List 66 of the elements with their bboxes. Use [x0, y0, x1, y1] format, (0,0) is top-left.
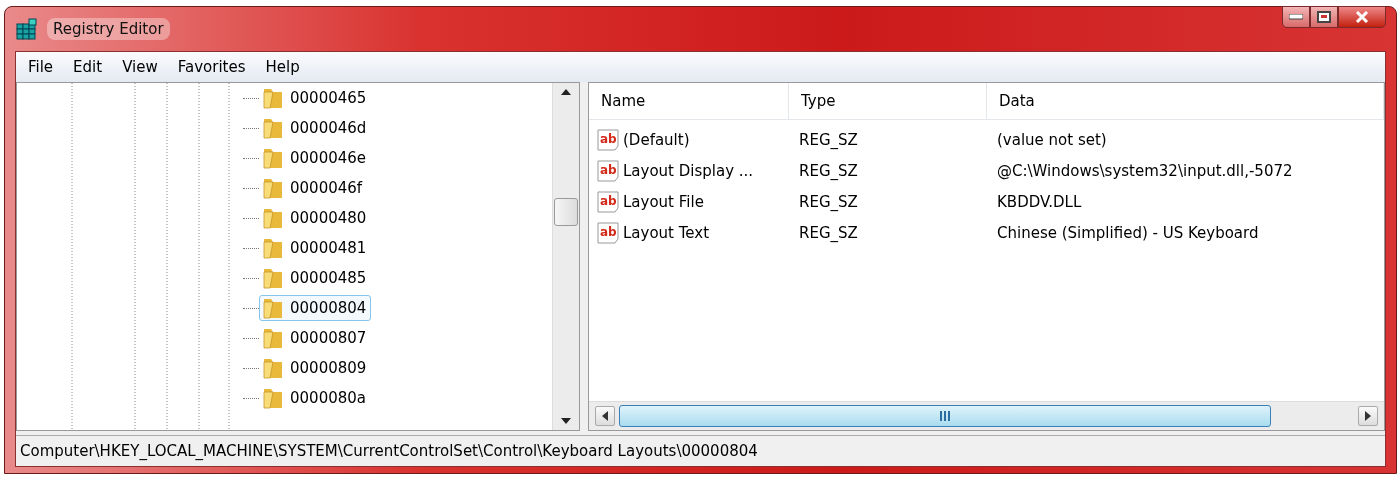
tree-item[interactable]: 00000485 — [259, 265, 372, 291]
folder-icon — [262, 356, 284, 380]
value-data: @C:\Windows\system32\input.dll,-5072 — [996, 161, 1294, 180]
tree-item[interactable]: 0000046e — [259, 145, 372, 171]
maximize-button[interactable] — [1310, 6, 1338, 28]
menu-item[interactable]: Favorites — [169, 56, 254, 78]
value-name[interactable]: (Default) — [623, 130, 690, 149]
column-header[interactable]: Name — [589, 83, 789, 119]
folder-icon — [262, 326, 284, 350]
tree-item[interactable]: 0000046f — [259, 175, 368, 201]
menu-item[interactable]: View — [114, 56, 166, 78]
horizontal-scrollbar[interactable] — [589, 401, 1384, 430]
folder-icon — [262, 386, 284, 410]
folder-icon — [262, 176, 284, 200]
folder-icon — [262, 206, 284, 230]
scrollbar-thumb[interactable] — [554, 197, 578, 226]
value-name[interactable]: Layout Text — [623, 223, 710, 242]
registry-cubes-icon — [15, 18, 39, 40]
folder-icon — [262, 146, 284, 170]
tree-item[interactable]: 00000480 — [259, 205, 372, 231]
value-type: REG_SZ — [798, 223, 859, 242]
minimize-icon — [1289, 14, 1303, 20]
folder-icon — [262, 86, 284, 110]
down-arrow-icon — [561, 418, 571, 424]
folder-icon — [262, 236, 284, 260]
value-data: Chinese (Simplified) - US Keyboard — [996, 223, 1260, 242]
string-value-icon: ab — [597, 128, 621, 151]
left-arrow-icon — [602, 411, 608, 421]
tree-item[interactable]: 0000080a — [259, 385, 371, 411]
window-title: Registry Editor — [47, 18, 170, 40]
column-header[interactable]: Type — [789, 83, 987, 119]
scroll-left-button[interactable] — [595, 406, 615, 426]
menu-item[interactable]: File — [20, 56, 62, 78]
scrollbar-thumb[interactable] — [619, 405, 1271, 427]
tree-item[interactable]: 00000807 — [259, 325, 372, 351]
tree-item[interactable]: 00000481 — [259, 235, 372, 261]
maximize-icon — [1317, 11, 1331, 23]
value-type: REG_SZ — [798, 130, 859, 149]
value-data: (value not set) — [996, 130, 1108, 149]
tree-item[interactable]: 00000804 — [259, 295, 372, 321]
value-type: REG_SZ — [798, 192, 859, 211]
minimize-button[interactable] — [1282, 6, 1310, 28]
scroll-right-button[interactable] — [1358, 406, 1378, 426]
status-bar: Computer\HKEY_LOCAL_MACHINE\SYSTEM\CurrentControlSet\Control\Keyboard Layouts\00000804 — [16, 435, 1385, 466]
right-arrow-icon — [1365, 411, 1371, 421]
value-name[interactable]: Layout File — [623, 192, 704, 211]
string-value-icon: ab — [597, 221, 621, 244]
column-header[interactable]: Data — [987, 83, 1384, 119]
value-type: REG_SZ — [798, 161, 859, 180]
folder-icon — [262, 296, 284, 320]
folder-icon — [262, 266, 284, 290]
menu-item[interactable]: Edit — [65, 56, 111, 78]
close-icon — [1355, 11, 1369, 23]
up-arrow-icon — [561, 89, 571, 95]
vertical-scrollbar[interactable] — [552, 83, 579, 430]
grip-icon — [939, 411, 951, 421]
string-value-icon: ab — [597, 190, 621, 213]
tree-item[interactable]: 00000809 — [259, 355, 372, 381]
tree-item[interactable]: 0000046d — [259, 115, 372, 141]
folder-icon — [262, 116, 284, 140]
tree-item[interactable]: 00000465 — [259, 85, 372, 111]
value-data: KBDDV.DLL — [996, 192, 1083, 211]
string-value-icon: ab — [597, 159, 621, 182]
value-name[interactable]: Layout Display ... — [623, 161, 754, 180]
menu-item[interactable]: Help — [257, 56, 308, 78]
close-button[interactable] — [1338, 6, 1386, 28]
